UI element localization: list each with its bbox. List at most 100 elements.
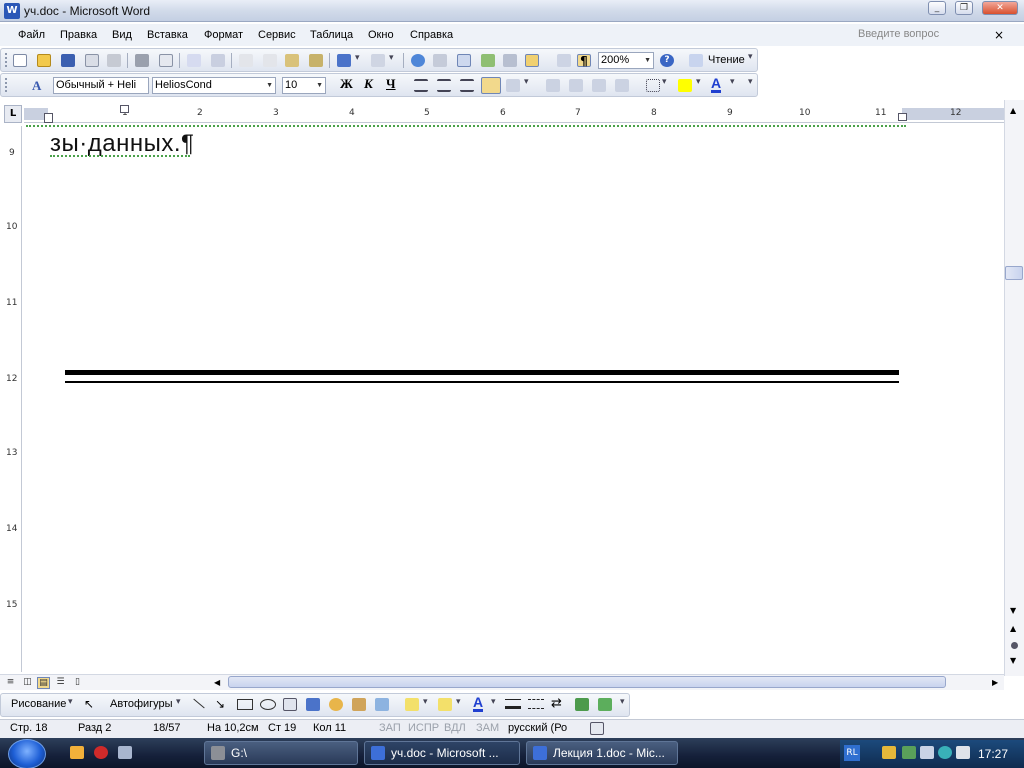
toolbar-grip[interactable] [5,78,8,92]
font-size-select[interactable]: 10 ▼ [282,77,326,94]
decrease-indent-icon[interactable] [592,79,606,92]
menu-edit[interactable]: Правка [60,29,97,41]
help-icon[interactable]: ? [660,54,674,67]
status-language[interactable]: русский (Ро [508,722,567,734]
chevron-down-icon[interactable]: ▾ [491,697,501,712]
menu-window[interactable]: Окно [368,29,394,41]
rectangle-tool-icon[interactable] [237,699,253,710]
chevron-down-icon[interactable]: ▾ [456,697,466,712]
arrow-style-icon[interactable]: ⇄ [551,696,562,711]
print-icon[interactable] [135,54,149,67]
draw-menu-button[interactable]: Рисование [11,698,66,710]
scroll-left-icon[interactable]: ◀ [214,678,220,687]
maximize-button[interactable]: ❐ [955,1,973,15]
clipart-icon[interactable] [352,698,366,711]
menu-view[interactable]: Вид [112,29,132,41]
copy-icon[interactable] [263,54,277,67]
help-search-input[interactable]: Введите вопрос [858,28,939,40]
status-overtype[interactable]: ЗАМ [476,722,499,734]
line-spacing-icon[interactable] [506,79,520,92]
reading-view-icon[interactable]: ▯ [71,677,84,689]
undo-icon[interactable] [337,54,351,67]
insert-table-icon[interactable] [457,54,471,67]
print-preview-icon[interactable] [159,54,173,67]
taskbar-item-explorer[interactable]: G:\ [204,741,358,765]
left-indent-marker[interactable] [44,113,53,123]
first-line-indent-marker[interactable] [120,105,129,113]
tray-sync-icon[interactable] [902,746,916,759]
underline-button[interactable]: Ч [386,76,396,92]
line-style-icon[interactable] [505,699,521,709]
borders-dropdown-icon[interactable]: ▾ [662,77,672,92]
taskbar-item-word-lecture[interactable]: Лекция 1.doc - Mic... [526,741,678,765]
select-browse-object-icon[interactable] [1011,642,1018,649]
align-right-icon[interactable] [460,79,474,92]
show-hide-pilcrow-icon[interactable]: ¶ [577,54,591,68]
vertical-ruler[interactable]: 9 10 11 12 13 14 15 [4,126,22,672]
tables-borders-icon[interactable] [433,54,447,67]
clock[interactable]: 17:27 [978,747,1008,761]
line-spacing-dropdown-icon[interactable]: ▾ [524,77,534,92]
toolbar-options-icon[interactable]: ▾ [748,77,758,92]
scroll-up-icon[interactable]: ▲ [1010,106,1016,115]
tray-app-icon[interactable] [882,746,896,759]
font-color-icon[interactable]: A [711,76,722,93]
highlight-icon[interactable] [678,79,692,92]
bullets-icon[interactable] [569,79,583,92]
bold-button[interactable]: Ж [340,76,353,92]
line-color-icon[interactable] [438,698,452,711]
chevron-down-icon[interactable]: ▾ [176,697,186,712]
word-app-icon[interactable]: W [4,3,20,19]
toolbar-grip[interactable] [5,53,8,67]
tray-security-icon[interactable] [938,746,952,759]
close-button[interactable]: ✕ [982,1,1018,15]
print-layout-icon[interactable]: ▤ [37,677,50,689]
numbering-icon[interactable] [546,79,560,92]
columns-icon[interactable] [503,54,517,67]
format-painter-icon[interactable] [309,54,323,67]
insert-excel-icon[interactable] [481,54,495,67]
language-indicator[interactable]: RL [844,745,860,761]
start-button[interactable] [8,739,46,768]
increase-indent-icon[interactable] [615,79,629,92]
toolbar-options-icon[interactable]: ▾ [620,697,630,712]
scroll-down-icon[interactable]: ▼ [1010,606,1016,615]
italic-button[interactable]: К [364,76,373,92]
align-center-icon[interactable] [437,79,451,92]
menu-insert[interactable]: Вставка [147,29,188,41]
insert-picture-icon[interactable] [375,698,389,711]
3d-style-icon[interactable] [598,698,612,711]
chevron-down-icon[interactable]: ▾ [423,697,433,712]
font-select[interactable]: HeliosCond ▼ [152,77,276,94]
email-icon[interactable] [107,54,121,67]
chevron-down-icon[interactable]: ▾ [68,697,78,712]
text-box-icon[interactable] [283,698,297,711]
vertical-scrollbar[interactable]: ▲ ▼ ▲ ▼ [1004,100,1024,676]
spelling-status-icon[interactable] [590,722,604,735]
new-document-icon[interactable] [13,54,27,67]
styles-pane-icon[interactable]: A [32,78,41,94]
undo-dropdown-icon[interactable]: ▾ [355,53,365,68]
paste-icon[interactable] [285,54,299,67]
horizontal-scroll-thumb[interactable] [228,676,946,688]
document-page[interactable] [26,124,1004,674]
shadow-style-icon[interactable] [575,698,589,711]
fill-color-icon[interactable] [405,698,419,711]
normal-view-icon[interactable]: ≡ [4,677,17,689]
research-icon[interactable] [211,54,225,67]
volume-icon[interactable] [956,746,970,759]
align-left-icon[interactable] [414,79,428,92]
menu-format[interactable]: Формат [204,29,243,41]
media-player-icon[interactable] [70,746,84,759]
status-record[interactable]: ЗАП [379,722,401,734]
diagram-icon[interactable] [329,698,343,711]
permission-icon[interactable] [85,54,99,67]
draw-font-color-icon[interactable]: A [473,695,484,712]
menu-tools[interactable]: Сервис [258,29,296,41]
wordart-icon[interactable] [306,698,320,711]
horizontal-ruler[interactable]: 1 2 3 4 5 6 7 8 9 10 11 12 [24,105,1006,123]
scroll-right-icon[interactable]: ▶ [992,678,998,687]
right-indent-marker[interactable] [898,113,907,121]
drawing-icon[interactable] [525,54,539,67]
redo-icon[interactable] [371,54,385,67]
